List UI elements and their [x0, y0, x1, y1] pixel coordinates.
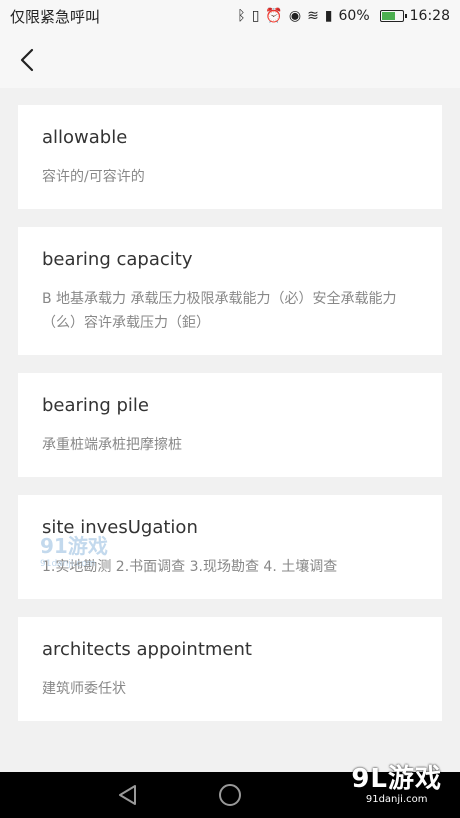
brand-logo: 9L游戏 91danji.com	[351, 764, 442, 806]
definition: 承重桩端承桩把摩擦桩	[42, 437, 182, 453]
definition: 1.实地勘测 2.书面调查 3.现场勘查 4. 土壤调查	[42, 559, 338, 575]
list-item[interactable]: bearing pile 承重桩端承桩把摩擦桩	[18, 373, 442, 477]
list-item[interactable]: site invesUgation 1.实地勘测 2.书面调查 3.现场勘查 4…	[18, 495, 442, 599]
app-header	[0, 32, 460, 88]
definition: 容许的/可容许的	[42, 169, 145, 185]
alarm-icon: ⏰	[265, 8, 283, 24]
list-item[interactable]: allowable 容许的/可容许的	[18, 105, 442, 209]
chevron-left-icon[interactable]	[16, 46, 40, 74]
list-item[interactable]: architects appointment 建筑师委任状	[18, 617, 442, 721]
clock: 16:28	[409, 8, 450, 24]
carrier-text: 仅限紧急呼叫	[10, 7, 101, 26]
status-bar: 仅限紧急呼叫 ᛒ ▯ ⏰ ◉ ≋ ▮ 60% 16:28	[0, 0, 460, 32]
battery-icon	[379, 10, 407, 22]
vibrate-icon: ▯	[251, 8, 260, 24]
battery-percent: 60%	[338, 8, 370, 24]
term: site invesUgation	[42, 517, 198, 538]
brand-url: 91danji.com	[365, 794, 428, 805]
word-list: allowable 容许的/可容许的 bearing capacity B 地基…	[18, 105, 442, 739]
term: allowable	[42, 127, 128, 148]
definition: B 地基承载力 承载压力极限承载能力（必）安全承载能力（么）容许承载压力（鉅）	[42, 291, 397, 331]
sim-icon: ▮	[324, 8, 333, 24]
list-item[interactable]: bearing capacity B 地基承载力 承载压力极限承载能力（必）安全…	[18, 227, 442, 355]
status-icons: ᛒ ▯ ⏰ ◉ ≋ ▮ 60% 16:28	[237, 8, 450, 24]
definition: 建筑师委任状	[42, 681, 126, 697]
wifi-icon: ≋	[307, 8, 319, 24]
eye-icon: ◉	[288, 8, 302, 24]
nav-back-icon[interactable]	[116, 783, 140, 807]
brand-logo-text: 9L游戏	[351, 764, 442, 794]
term: architects appointment	[42, 639, 252, 660]
term: bearing capacity	[42, 249, 193, 270]
bluetooth-icon: ᛒ	[237, 8, 246, 24]
term: bearing pile	[42, 395, 149, 416]
nav-home-icon[interactable]	[218, 783, 242, 807]
